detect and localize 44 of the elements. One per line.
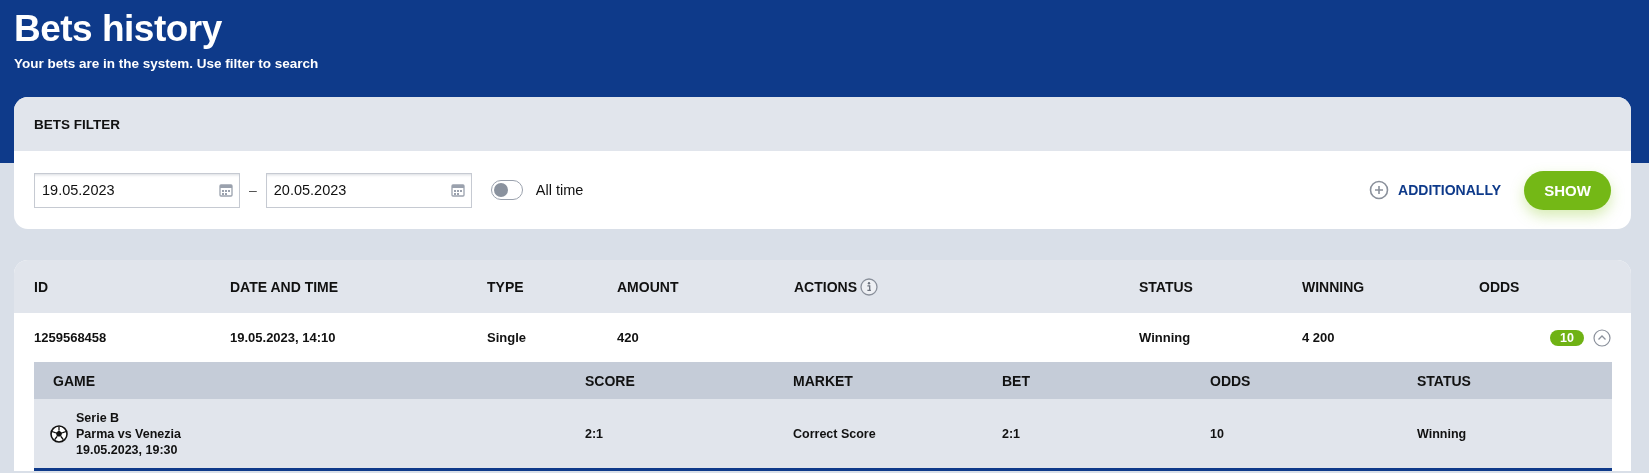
- column-header: TYPE: [487, 278, 524, 295]
- date-field[interactable]: 19.05.2023: [34, 172, 240, 208]
- table-cell: Winning: [1139, 330, 1191, 345]
- table-cell: 4 200: [1302, 330, 1335, 345]
- plus-circle-icon: [1369, 180, 1390, 200]
- odds-badge: 10: [1550, 329, 1584, 346]
- chevron-icon[interactable]: [1593, 328, 1611, 347]
- column-header: BET: [1002, 372, 1030, 389]
- column-header: STATUS: [1139, 278, 1193, 295]
- date-field[interactable]: 20.05.2023: [265, 172, 472, 208]
- page-subtitle: Your bets are in the system. Use filter to search: [14, 56, 320, 71]
- column-header: AMOUNT: [617, 278, 679, 295]
- page-title: Bets history: [14, 8, 223, 50]
- column-header: GAME: [53, 372, 95, 389]
- table-cell: Winning: [1417, 426, 1467, 441]
- table-cell: 2:1: [585, 426, 604, 441]
- column-header: ID: [34, 278, 48, 295]
- league-name: Serie B: [76, 410, 121, 425]
- toggle-switch[interactable]: [490, 180, 523, 200]
- match-date: 19.05.2023, 19:30: [76, 442, 179, 457]
- table-cell: 1259568458: [34, 330, 107, 345]
- column-header: ACTIONS: [794, 278, 857, 295]
- calendar-icon: [450, 183, 465, 197]
- column-header: MARKET: [793, 372, 853, 389]
- calendar-icon: [219, 183, 233, 197]
- column-header: ODDS: [1210, 372, 1251, 389]
- filter-title: BETS FILTER: [34, 116, 120, 132]
- soccer-ball-icon: [50, 424, 68, 443]
- match-name: Parma vs Venezia: [76, 426, 181, 441]
- column-header: ODDS: [1479, 278, 1520, 295]
- table-cell: 420: [617, 330, 639, 345]
- column-header: WINNING: [1302, 278, 1365, 295]
- table-cell: Correct Score: [793, 426, 876, 441]
- table-cell: 10: [1210, 426, 1224, 441]
- table-cell: 19.05.2023, 14:10: [230, 330, 336, 345]
- table-cell: Single: [487, 330, 526, 345]
- toggle-label: All time: [535, 182, 584, 198]
- column-header: DATE AND TIME: [230, 278, 339, 295]
- additionally-link[interactable]: ADDITIONALLY: [1369, 180, 1501, 200]
- table-cell: 2:1: [1002, 426, 1021, 441]
- info-icon: [860, 277, 878, 296]
- column-header: SCORE: [585, 372, 635, 389]
- date-separator: –: [249, 182, 257, 198]
- column-header: STATUS: [1417, 372, 1471, 389]
